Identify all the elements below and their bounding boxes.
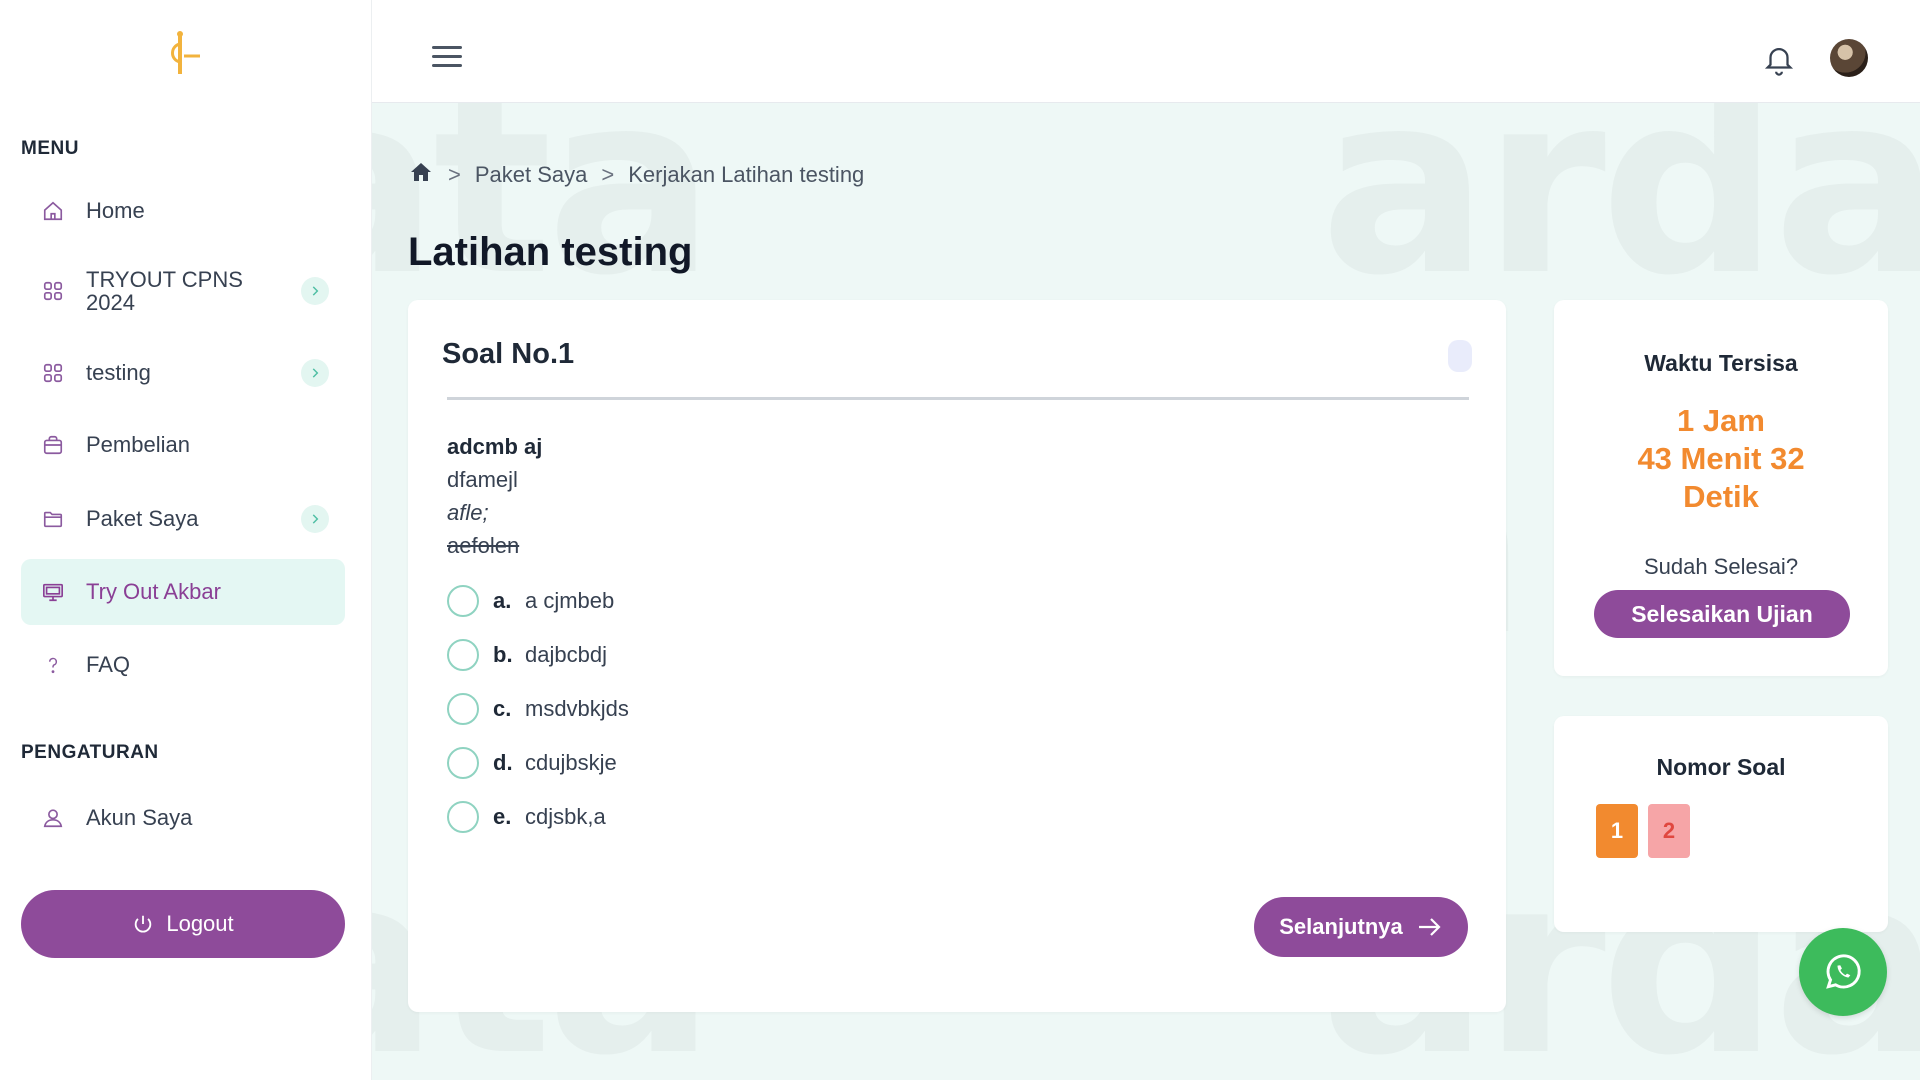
sidebar-item-try-out-akbar[interactable]: Try Out Akbar xyxy=(21,559,345,625)
timer-seconds-label: Detik xyxy=(1683,479,1759,514)
next-button-label: Selanjutnya xyxy=(1279,914,1403,939)
question-line-strike: aefolen xyxy=(447,533,520,558)
grid-icon xyxy=(41,361,65,385)
menu-section-title: MENU xyxy=(21,138,79,159)
question-line-normal: dfamejl xyxy=(447,467,518,492)
home-breadcrumb-icon[interactable] xyxy=(408,160,434,190)
answer-option-a[interactable]: a. a cjmbeb xyxy=(447,574,629,628)
question-number-1[interactable]: 1 xyxy=(1596,804,1638,858)
sidebar-item-label: Paket Saya xyxy=(86,506,199,532)
option-letter: a. xyxy=(493,588,512,613)
sidebar-item-faq[interactable]: FAQ xyxy=(21,632,345,698)
radio-button[interactable] xyxy=(447,801,479,833)
question-number-title: Nomor Soal xyxy=(1656,754,1786,780)
radio-button[interactable] xyxy=(447,747,479,779)
radio-button[interactable] xyxy=(447,693,479,725)
option-text: cdjsbk,a xyxy=(525,804,606,829)
option-letter: e. xyxy=(493,804,512,829)
breadcrumb: > Paket Saya > Kerjakan Latihan testing xyxy=(408,160,864,190)
answer-option-b[interactable]: b. dajbcbdj xyxy=(447,628,629,682)
done-question: Sudah Selesai? xyxy=(1643,554,1799,579)
question-flag-toggle[interactable] xyxy=(1448,340,1472,372)
breadcrumb-separator: > xyxy=(601,162,615,187)
breadcrumb-paket-saya[interactable]: Paket Saya xyxy=(475,162,588,188)
logout-button[interactable]: Logout xyxy=(21,890,345,958)
radio-button[interactable] xyxy=(447,585,479,617)
logout-label: Logout xyxy=(166,911,234,936)
option-text: msdvbkjds xyxy=(525,696,629,721)
chevron-right-icon[interactable] xyxy=(301,359,329,387)
answer-option-d[interactable]: d. cdujbskje xyxy=(447,736,629,790)
home-icon xyxy=(41,199,65,223)
sidebar-item-home[interactable]: Home xyxy=(21,178,345,244)
monitor-icon xyxy=(41,580,65,604)
answer-option-c[interactable]: c. msdvbkjds xyxy=(447,682,629,736)
radio-button[interactable] xyxy=(447,639,479,671)
arrow-right-icon xyxy=(1418,918,1441,936)
question-number-2[interactable]: 2 xyxy=(1648,804,1690,858)
grid-icon xyxy=(41,279,65,303)
answer-option-e[interactable]: e. cdjsbk,a xyxy=(447,790,629,844)
sidebar-item-testing[interactable]: testing xyxy=(21,340,345,406)
sidebar-item-label: Akun Saya xyxy=(86,805,193,831)
divider xyxy=(447,397,1469,400)
option-letter: b. xyxy=(493,642,513,667)
question-text: adcmb aj dfamejl afle; aefolen xyxy=(447,430,542,562)
question-line-bold: adcmb aj xyxy=(447,434,543,459)
question-number-card: Nomor Soal 1 2 xyxy=(1554,716,1888,932)
chevron-right-icon[interactable] xyxy=(301,505,329,533)
question-card: Soal No.1 adcmb aj dfamejl afle; aefolen… xyxy=(408,300,1506,1012)
folder-icon xyxy=(41,507,65,531)
user-icon xyxy=(41,806,65,830)
next-button[interactable]: Selanjutnya xyxy=(1254,897,1468,957)
bell-icon[interactable] xyxy=(1762,42,1796,81)
shopping-bag-icon xyxy=(41,433,65,457)
timer-title: Waktu Tersisa xyxy=(1644,350,1798,376)
page-title: Latihan testing xyxy=(408,230,693,274)
sidebar-item-paket-saya[interactable]: Paket Saya xyxy=(21,486,345,552)
sidebar-item-akun-saya[interactable]: Akun Saya xyxy=(21,785,345,851)
timer-value: 1 Jam 43 Menit 32 Detik xyxy=(1554,402,1888,516)
power-icon xyxy=(135,915,152,933)
question-line-italic: afle; xyxy=(447,500,489,525)
sidebar-item-pembelian[interactable]: Pembelian xyxy=(21,412,345,478)
whatsapp-icon xyxy=(1826,954,1861,989)
sidebar-item-label: FAQ xyxy=(86,652,131,678)
sidebar-item-label: TRYOUT CPNS 2024 xyxy=(86,266,243,315)
topbar xyxy=(372,0,1920,103)
option-text: cdujbskje xyxy=(525,750,617,775)
timer-hours: 1 Jam xyxy=(1677,403,1765,438)
question-number-title: Soal No.1 xyxy=(442,338,575,370)
sidebar-item-label: Try Out Akbar xyxy=(86,579,221,605)
option-letter: c. xyxy=(493,696,512,721)
app-logo[interactable] xyxy=(166,30,206,78)
breadcrumb-separator: > xyxy=(448,162,461,187)
sidebar: MENU Home TRYOUT CPNS 2024 testing Pembe… xyxy=(0,0,372,1080)
sidebar-item-label: Home xyxy=(86,198,145,224)
chevron-right-icon[interactable] xyxy=(301,277,329,305)
sidebar-item-tryout-cpns[interactable]: TRYOUT CPNS 2024 xyxy=(21,258,345,324)
settings-section-title: PENGATURAN xyxy=(21,742,159,763)
whatsapp-button[interactable] xyxy=(1799,928,1887,1016)
question-icon xyxy=(41,653,65,677)
avatar[interactable] xyxy=(1830,39,1868,77)
option-text: a cjmbeb xyxy=(525,588,615,613)
option-text: dajbcbdj xyxy=(525,642,607,667)
breadcrumb-current: Kerjakan Latihan testing xyxy=(628,162,865,187)
option-letter: d. xyxy=(493,750,513,775)
hamburger-menu-icon[interactable] xyxy=(432,46,462,70)
answer-options: a. a cjmbeb b. dajbcbdj c. msdvbkjds d. … xyxy=(447,574,629,844)
sidebar-item-label: testing xyxy=(86,360,151,386)
finish-exam-button[interactable]: Selesaikan Ujian xyxy=(1594,590,1850,638)
sidebar-item-label: Pembelian xyxy=(86,432,190,458)
timer-card: Waktu Tersisa 1 Jam 43 Menit 32 Detik Su… xyxy=(1554,300,1888,676)
timer-minutes: 43 Menit 32 xyxy=(1637,441,1805,476)
